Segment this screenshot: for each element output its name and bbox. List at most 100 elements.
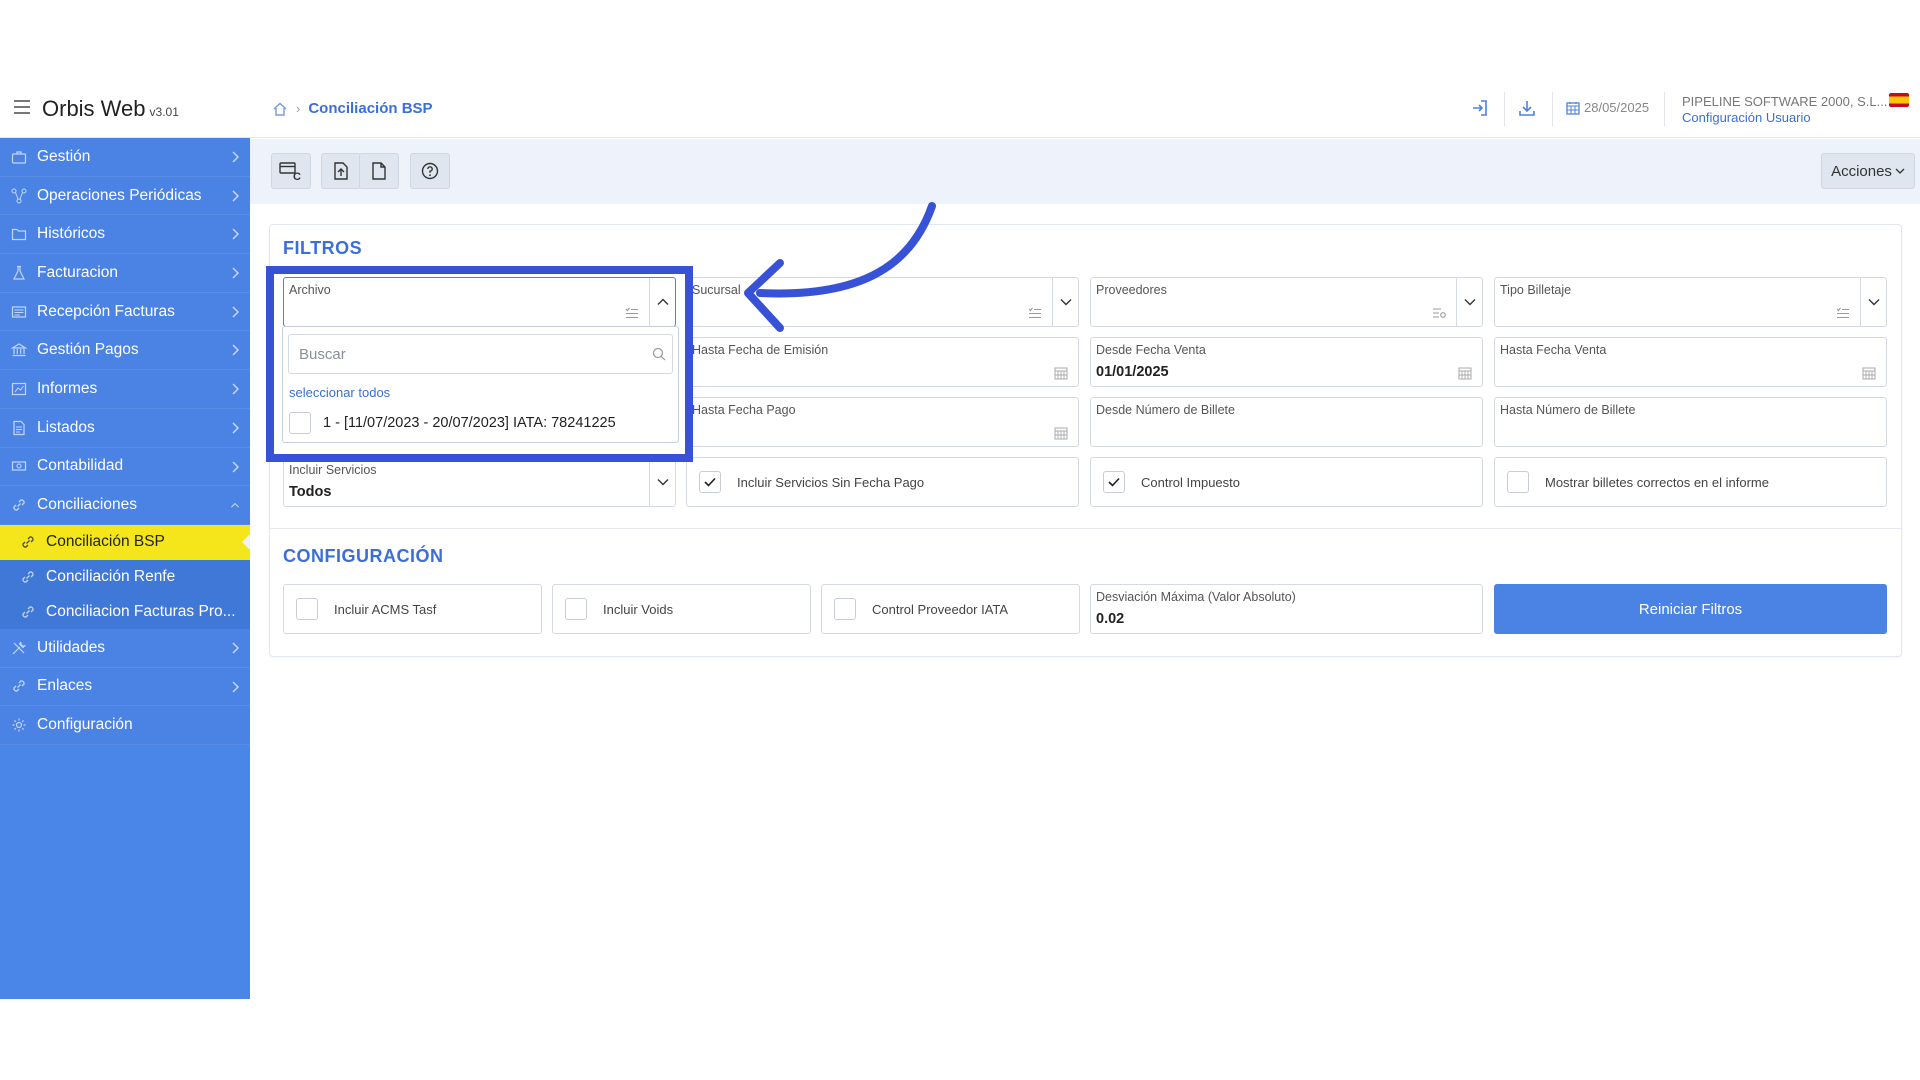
chevron-down-icon <box>1464 299 1475 306</box>
sidebar-item-conciliaciones[interactable]: Conciliaciones <box>0 486 250 525</box>
desde-numero-billete-field[interactable]: Desde Número de Billete <box>1090 397 1483 447</box>
incluir-sin-fecha-pago-option[interactable]: Incluir Servicios Sin Fecha Pago <box>686 457 1079 507</box>
dropdown-option-checkbox[interactable] <box>289 412 311 434</box>
sidebar-item-historicos[interactable]: Históricos <box>0 215 250 255</box>
document-button[interactable] <box>359 153 399 189</box>
list-settings-icon <box>1433 308 1446 318</box>
login-icon[interactable] <box>1470 98 1490 118</box>
control-impuesto-checkbox[interactable] <box>1103 471 1125 493</box>
incluir-servicios-select[interactable]: Incluir Servicios Todos <box>283 457 676 507</box>
incluir-servicios-label: Incluir Servicios <box>289 463 377 477</box>
mostrar-correctos-option[interactable]: Mostrar billetes correctos en el informe <box>1494 457 1887 507</box>
link-icon <box>22 571 34 583</box>
incluir-acms-option[interactable]: Incluir ACMS Tasf <box>283 584 542 634</box>
sidebar-subitem-conciliacion-renfe[interactable]: Conciliación Renfe <box>0 559 250 595</box>
control-proveedor-iata-checkbox[interactable] <box>834 598 856 620</box>
home-icon[interactable] <box>272 101 288 117</box>
hasta-fecha-venta-field[interactable]: Hasta Fecha Venta <box>1494 337 1887 387</box>
sidebar-item-informes[interactable]: Informes <box>0 370 250 409</box>
hasta-fecha-pago-field[interactable]: Hasta Fecha Pago <box>686 397 1079 447</box>
sidebar-item-contabilidad[interactable]: Contabilidad <box>0 447 250 487</box>
tipo-billetaje-dropdown-toggle[interactable] <box>1860 278 1886 326</box>
desde-numero-billete-label: Desde Número de Billete <box>1096 403 1235 417</box>
proveedores-select[interactable]: Proveedores <box>1090 277 1483 327</box>
chevron-right-icon <box>232 642 239 654</box>
conciliation-tool-button[interactable]: C <box>271 153 311 189</box>
flask-icon <box>13 265 25 280</box>
incluir-voids-checkbox[interactable] <box>565 598 587 620</box>
sidebar-item-utilidades[interactable]: Utilidades <box>0 628 250 668</box>
sidebar-item-configuracion[interactable]: Configuración <box>0 706 250 745</box>
chevron-down-icon <box>1060 299 1071 306</box>
sidebar-item-gestion[interactable]: Gestión <box>0 138 250 177</box>
upload-file-button[interactable] <box>321 153 361 189</box>
dropdown-search-input[interactable]: Buscar <box>288 334 673 374</box>
calendar-icon[interactable] <box>1054 426 1068 440</box>
calendar-icon[interactable] <box>1458 366 1472 380</box>
dropdown-option-label: 1 - [11/07/2023 - 20/07/2023] IATA: 7824… <box>323 415 616 431</box>
actions-dropdown-button[interactable]: Acciones <box>1821 153 1915 189</box>
desde-fecha-venta-label: Desde Fecha Venta <box>1096 343 1206 357</box>
briefcase-icon <box>11 151 27 164</box>
mostrar-correctos-checkbox[interactable] <box>1507 471 1529 493</box>
control-impuesto-option[interactable]: Control Impuesto <box>1090 457 1483 507</box>
hasta-numero-billete-field[interactable]: Hasta Número de Billete <box>1494 397 1887 447</box>
sidebar-item-label: Gestión Pagos <box>37 341 139 359</box>
sidebar-item-listados[interactable]: Listados <box>0 408 250 448</box>
sidebar-item-label: Operaciones Periódicas <box>37 186 202 204</box>
download-icon[interactable] <box>1517 98 1537 118</box>
sucursal-dropdown-toggle[interactable] <box>1052 278 1078 326</box>
list-check-icon <box>1836 307 1849 319</box>
chevron-right-icon <box>232 228 239 240</box>
top-bar: Orbis Web v3.01 › Conciliación BSP 28/05/… <box>0 80 1920 138</box>
proveedores-dropdown-toggle[interactable] <box>1456 278 1482 326</box>
archivo-select[interactable]: Archivo <box>283 277 676 327</box>
gear-icon <box>12 718 26 732</box>
breadcrumb: › Conciliación BSP <box>272 100 433 117</box>
breadcrumb-current[interactable]: Conciliación BSP <box>308 100 432 117</box>
desde-fecha-venta-field[interactable]: Desde Fecha Venta 01/01/2025 <box>1090 337 1483 387</box>
desviacion-maxima-label: Desviación Máxima (Valor Absoluto) <box>1096 590 1296 604</box>
dropdown-option[interactable]: 1 - [11/07/2023 - 20/07/2023] IATA: 7824… <box>289 412 616 434</box>
user-config-link[interactable]: Configuración Usuario <box>1682 110 1811 125</box>
hasta-fecha-emision-field[interactable]: Hasta Fecha de Emisión <box>686 337 1079 387</box>
search-icon <box>652 347 666 361</box>
menu-icon[interactable] <box>14 100 30 114</box>
sidebar-item-enlaces[interactable]: Enlaces <box>0 667 250 707</box>
sidebar-item-label: Facturacion <box>37 263 118 281</box>
incluir-voids-option[interactable]: Incluir Voids <box>552 584 811 634</box>
calendar-icon[interactable] <box>1054 366 1068 380</box>
sidebar-item-label: Informes <box>37 379 98 397</box>
header-date-text: 28/05/2025 <box>1584 100 1650 115</box>
sidebar-item-recepcion-facturas[interactable]: Recepción Facturas <box>0 292 250 332</box>
incluir-sin-fecha-pago-checkbox[interactable] <box>699 471 721 493</box>
chevron-up-icon <box>657 298 668 305</box>
spain-flag-icon[interactable] <box>1889 93 1909 107</box>
chevron-down-icon <box>1895 168 1905 174</box>
sidebar-item-operaciones[interactable]: Operaciones Periódicas <box>0 176 250 216</box>
bank-icon <box>11 343 27 357</box>
control-proveedor-iata-option[interactable]: Control Proveedor IATA <box>821 584 1080 634</box>
archivo-dropdown-toggle[interactable] <box>649 278 675 326</box>
help-icon <box>421 162 439 180</box>
desviacion-maxima-field[interactable]: Desviación Máxima (Valor Absoluto) 0.02 <box>1090 584 1483 634</box>
sidebar-item-label: Gestión <box>37 147 91 165</box>
sidebar-item-facturacion[interactable]: Facturacion <box>0 254 250 293</box>
chevron-right-icon <box>232 190 239 202</box>
incluir-servicios-value: Todos <box>289 484 332 500</box>
select-all-link[interactable]: seleccionar todos <box>289 385 390 400</box>
incluir-servicios-dropdown-toggle[interactable] <box>649 458 675 506</box>
sidebar-item-gestion-pagos[interactable]: Gestión Pagos <box>0 331 250 371</box>
help-button[interactable] <box>410 153 450 189</box>
calendar-icon[interactable] <box>1862 366 1876 380</box>
sucursal-select[interactable]: Sucursal <box>686 277 1079 327</box>
sucursal-label: Sucursal <box>692 283 741 297</box>
tipo-billetaje-select[interactable]: Tipo Billetaje <box>1494 277 1887 327</box>
incluir-acms-checkbox[interactable] <box>296 598 318 620</box>
sidebar-subitem-conciliacion-bsp[interactable]: Conciliación BSP <box>0 524 251 560</box>
sidebar-item-label: Contabilidad <box>37 457 124 475</box>
toolbar: C Acciones <box>250 139 1920 204</box>
header-divider <box>1552 92 1553 126</box>
sidebar-subitem-conciliacion-facturas[interactable]: Conciliacion Facturas Pro... <box>0 594 250 629</box>
reiniciar-filtros-button[interactable]: Reiniciar Filtros <box>1494 584 1887 634</box>
